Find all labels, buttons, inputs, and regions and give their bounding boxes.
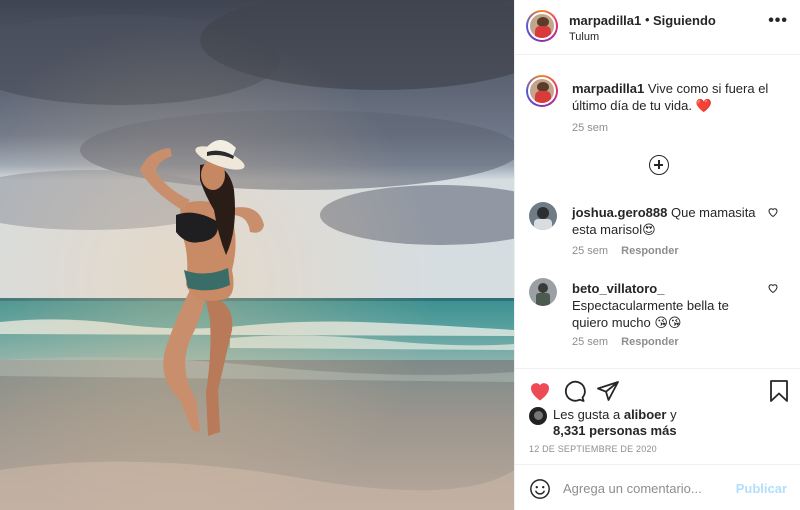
plus-circle-icon[interactable] <box>649 155 669 175</box>
post-sidebar: marpadilla1 • Siguiendo Tulum ••• marpad… <box>514 0 800 510</box>
commenter-avatar[interactable] <box>529 278 557 306</box>
comment-text: joshua.gero888 Que mamasita esta marisol… <box>572 204 762 238</box>
liked-heart-icon[interactable] <box>528 379 552 403</box>
likes-conj: y <box>670 407 677 422</box>
post-date[interactable]: 12 DE SEPTIEMBRE DE 2020 <box>529 444 657 454</box>
caption-username[interactable]: marpadilla1 <box>572 81 644 96</box>
likes-line: Les gusta a aliboer y <box>553 407 677 422</box>
comment-meta: 25 sem Responder <box>572 245 679 257</box>
separator-dot: • <box>645 12 650 27</box>
comment-username[interactable]: joshua.gero888 <box>572 205 667 220</box>
following-button[interactable]: Siguiendo <box>653 13 716 28</box>
more-options-icon[interactable]: ••• <box>768 12 788 30</box>
like-comment-heart-icon[interactable] <box>767 282 779 294</box>
post-header: marpadilla1 • Siguiendo Tulum ••• <box>515 0 800 55</box>
reply-button[interactable]: Responder <box>621 245 678 257</box>
comment-username[interactable]: beto_villatoro_ <box>572 281 664 296</box>
beach-photo-image <box>0 0 514 510</box>
likes-prefix: Les gusta a <box>553 407 621 422</box>
save-bookmark-icon[interactable] <box>767 379 791 403</box>
author-avatar[interactable] <box>526 10 558 42</box>
comment-input[interactable]: Agrega un comentario... <box>563 481 702 496</box>
comment-icon[interactable] <box>562 379 586 403</box>
commenter-avatar[interactable] <box>529 202 557 230</box>
location-link[interactable]: Tulum <box>569 31 599 43</box>
caption-avatar[interactable] <box>526 75 558 107</box>
liker-avatar[interactable] <box>529 407 547 425</box>
caption-text: marpadilla1 Vive como si fuera el último… <box>572 80 792 114</box>
action-bar <box>515 368 800 408</box>
likes-count-link[interactable]: 8,331 personas más <box>553 423 677 438</box>
post-dialog: marpadilla1 • Siguiendo Tulum ••• marpad… <box>0 0 800 510</box>
comment-time[interactable]: 25 sem <box>572 245 608 257</box>
comment-time[interactable]: 25 sem <box>572 336 608 348</box>
reply-button[interactable]: Responder <box>621 336 678 348</box>
share-icon[interactable] <box>596 379 620 403</box>
add-comment-bar: Agrega un comentario... Publicar <box>515 464 800 510</box>
like-comment-heart-icon[interactable] <box>767 206 779 218</box>
caption-time[interactable]: 25 sem <box>572 122 608 134</box>
comment-body: Espectacularmente bella te quiero mucho … <box>572 298 729 330</box>
post-photo[interactable] <box>0 0 514 510</box>
comment-text: beto_villatoro_ Espectacularmente bella … <box>572 280 762 331</box>
author-username[interactable]: marpadilla1 <box>569 13 641 28</box>
liker-username[interactable]: aliboer <box>624 407 667 422</box>
comment-meta: 25 sem Responder <box>572 336 679 348</box>
emoji-icon[interactable] <box>529 478 551 500</box>
publish-button[interactable]: Publicar <box>736 481 787 496</box>
